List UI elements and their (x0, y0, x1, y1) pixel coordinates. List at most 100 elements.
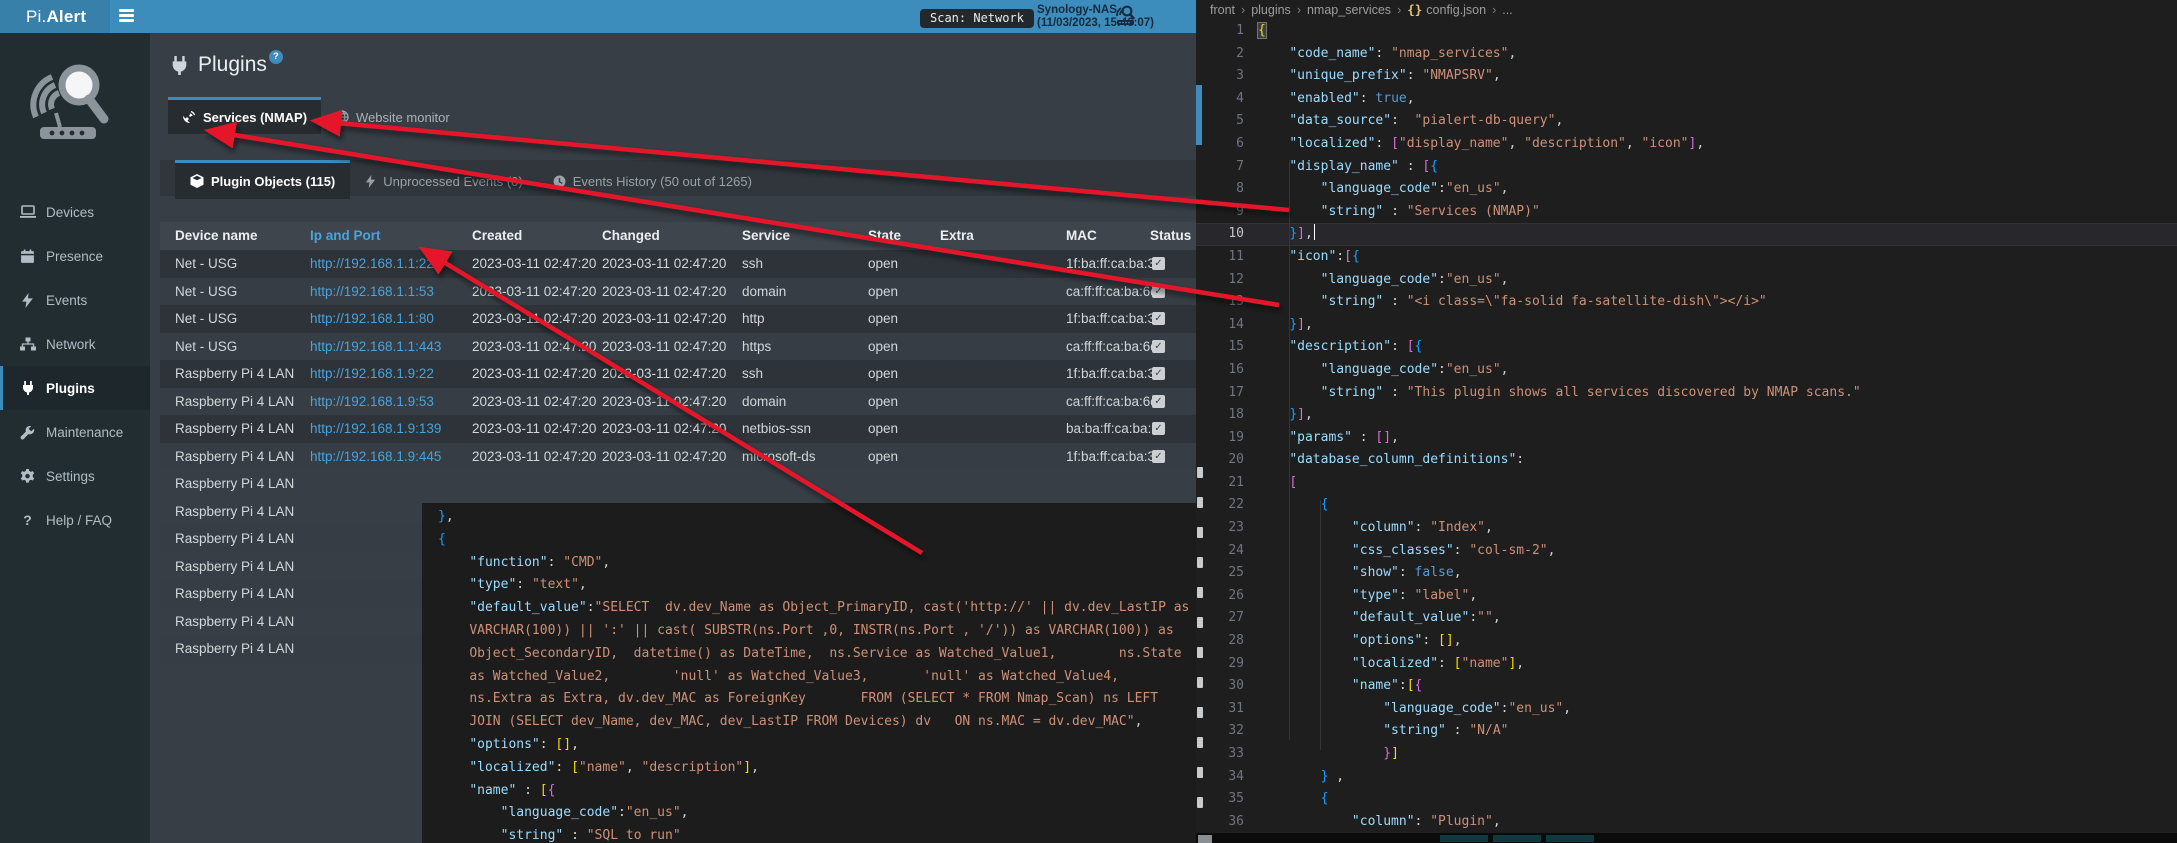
overlay-code-line-11: "options": [], (438, 734, 1189, 757)
sidebar-menu: DevicesPresenceEventsNetworkPluginsMaint… (0, 190, 150, 542)
editor-code[interactable]: 1{2 "code_name": "nmap_services",3 "uniq… (1196, 20, 2177, 833)
cell-device-name: Raspberry Pi 4 LAN (175, 470, 305, 498)
cell-mac: 1f:ba:ff:ca:ba:34 (1066, 250, 1191, 278)
cell-device-name: Net - USG (175, 333, 305, 361)
column-header-changed[interactable]: Changed (602, 222, 732, 250)
table-header-row[interactable]: Device nameIp and PortCreatedChanged Serv… (160, 222, 1196, 250)
line-number: 22 (1196, 494, 1244, 517)
tab-website-monitor[interactable]: Website monitor (321, 100, 464, 134)
breadcrumb-item-config.json[interactable]: {}config.json (1407, 3, 1486, 17)
ip-port-link[interactable]: http://192.168.1.9:22 (310, 366, 434, 381)
ip-port-link[interactable]: http://192.168.1.1:22 (310, 256, 434, 271)
cell-service: netbios-ssn (742, 415, 852, 443)
sidebar-item-presence[interactable]: Presence (0, 234, 150, 278)
tab-services-nmap[interactable]: Services (NMAP) (168, 97, 321, 134)
breadcrumb-item-nmap_services[interactable]: nmap_services (1307, 3, 1391, 17)
clipped-checkbox (1197, 677, 1203, 688)
code-line-26: 26 "type": "label", (1196, 585, 2177, 608)
code-line-14: 14 }], (1196, 314, 2177, 337)
sidebar-item-plugins[interactable]: Plugins (0, 366, 150, 410)
subtab-unprocessed-events-0[interactable]: Unprocessed Events (0) (350, 163, 537, 199)
sidebar: DevicesPresenceEventsNetworkPluginsMaint… (0, 33, 150, 843)
clipped-checkbox (1197, 737, 1203, 748)
presence-icon (19, 248, 36, 265)
plugins-icon (19, 380, 36, 397)
code-line-23: 23 "column": "Index", (1196, 517, 2177, 540)
cell-created: 2023-03-11 02:47:20 (472, 333, 602, 361)
column-header-extra[interactable]: Extra (940, 222, 1030, 250)
plug-icon (170, 56, 189, 81)
subtab-plugin-objects-115[interactable]: Plugin Objects (115) (175, 160, 350, 199)
cell-device-name: Raspberry Pi 4 LAN (175, 635, 305, 663)
code-line-33: 33 }] (1196, 743, 2177, 766)
line-number: 13 (1196, 291, 1244, 314)
code-line-36: 36 "column": "Plugin", (1196, 811, 2177, 834)
line-number: 27 (1196, 607, 1244, 630)
clipped-checkbox (1197, 797, 1203, 808)
editor-sash[interactable] (1196, 85, 1202, 145)
ip-port-link[interactable]: http://192.168.1.1:443 (310, 339, 441, 354)
cell-ip-port: http://192.168.1.1:22 (310, 250, 465, 278)
breadcrumb-item-...[interactable]: ... (1502, 3, 1512, 17)
breadcrumb-item-front[interactable]: front (1210, 3, 1235, 17)
breadcrumb[interactable]: front›plugins›nmap_services›{}config.jso… (1196, 0, 2177, 20)
code-line-1: 1{ (1196, 20, 2177, 43)
column-header-created[interactable]: Created (472, 222, 602, 250)
cell-mac: 1f:ba:ff:ca:ba:34 (1066, 305, 1191, 333)
column-header-device-name[interactable]: Device name (175, 222, 305, 250)
cell-state: open (868, 415, 928, 443)
line-number: 10 (1196, 223, 1244, 246)
cell-changed: 2023-03-11 02:47:20 (602, 443, 732, 471)
cell-device-name: Raspberry Pi 4 LAN (175, 388, 305, 416)
code-line-17: 17 "string" : "This plugin shows all ser… (1196, 382, 2177, 405)
status-checkbox[interactable]: ✓ (1152, 285, 1165, 298)
vscode-editor-pane[interactable]: front›plugins›nmap_services›{}config.jso… (1196, 0, 2177, 843)
line-number: 28 (1196, 630, 1244, 653)
sidebar-item-network[interactable]: Network (0, 322, 150, 366)
status-checkbox[interactable]: ✓ (1152, 312, 1165, 325)
status-checkbox[interactable]: ✓ (1152, 257, 1165, 270)
column-header-service[interactable]: Service (742, 222, 852, 250)
sidebar-item-devices[interactable]: Devices (0, 190, 150, 234)
ip-port-link[interactable]: http://192.168.1.1:80 (310, 311, 434, 326)
main-content: Plugins ? Services (NMAP)Website monitor… (150, 33, 1196, 843)
help-badge[interactable]: ? (269, 50, 283, 64)
sidebar-item-maintenance[interactable]: Maintenance (0, 410, 150, 454)
cell-changed: 2023-03-11 02:47:20 (602, 415, 732, 443)
ip-port-link[interactable]: http://192.168.1.9:445 (310, 449, 441, 464)
sidebar-item-settings[interactable]: Settings (0, 454, 150, 498)
breadcrumb-item-plugins[interactable]: plugins (1251, 3, 1291, 17)
cell-created: 2023-03-11 02:47:20 (472, 305, 602, 333)
cell-device-name: Raspberry Pi 4 LAN (175, 553, 305, 581)
status-checkbox[interactable]: ✓ (1152, 367, 1165, 380)
status-checkbox[interactable]: ✓ (1152, 340, 1165, 353)
clipped-checkbox (1197, 617, 1203, 628)
subtab-events-history-50-out-of-1265[interactable]: Events History (50 out of 1265) (538, 163, 767, 199)
sidebar-item-help-faq[interactable]: ?Help / FAQ (0, 498, 150, 542)
column-header-state[interactable]: State (868, 222, 928, 250)
sidebar-toggle-icon[interactable] (119, 9, 134, 22)
page-title: Plugins ? (170, 53, 283, 81)
status-checkbox[interactable]: ✓ (1152, 422, 1165, 435)
code-line-22: 22 { (1196, 494, 2177, 517)
brand-logo[interactable]: Pi.Alert (0, 0, 110, 33)
cell-service: microsoft-ds (742, 443, 852, 471)
line-number: 15 (1196, 336, 1244, 359)
line-number: 1 (1196, 20, 1244, 43)
ip-port-link[interactable]: http://192.168.1.9:139 (310, 421, 441, 436)
status-checkbox[interactable]: ✓ (1152, 450, 1165, 463)
cell-service: domain (742, 388, 852, 416)
status-checkbox[interactable]: ✓ (1152, 395, 1165, 408)
line-number: 35 (1196, 788, 1244, 811)
line-number: 34 (1196, 766, 1244, 789)
column-header-ip-and-port[interactable]: Ip and Port (310, 222, 465, 250)
cell-changed: 2023-03-11 02:47:20 (602, 388, 732, 416)
json-braces-icon: {} (1407, 3, 1426, 17)
cell-changed: 2023-03-11 02:47:20 (602, 278, 732, 306)
ip-port-link[interactable]: http://192.168.1.9:53 (310, 394, 434, 409)
ip-port-link[interactable]: http://192.168.1.1:53 (310, 284, 434, 299)
cell-changed: 2023-03-11 02:47:20 (602, 250, 732, 278)
sidebar-item-events[interactable]: Events (0, 278, 150, 322)
line-number: 9 (1196, 201, 1244, 224)
cell-created: 2023-03-11 02:47:20 (472, 278, 602, 306)
